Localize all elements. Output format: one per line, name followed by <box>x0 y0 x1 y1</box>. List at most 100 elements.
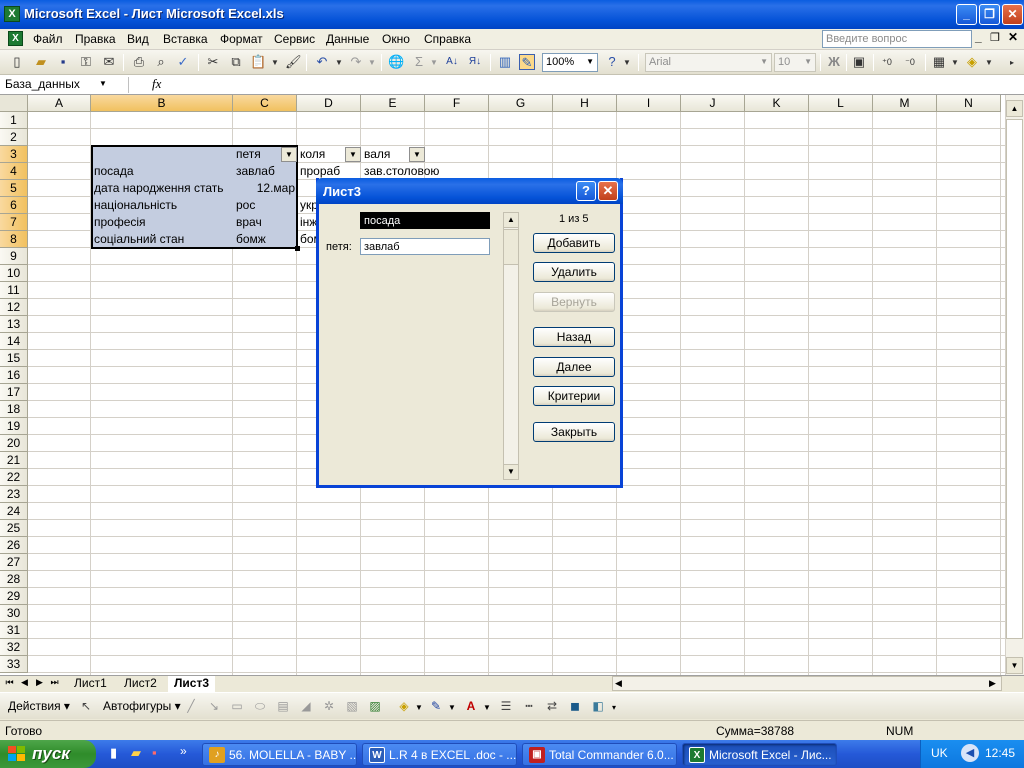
row-header-25[interactable]: 25 <box>0 520 28 537</box>
doc-close-button[interactable]: ✕ <box>1008 30 1018 44</box>
font-select[interactable]: Arial ▼ <box>645 53 772 72</box>
scroll-up-button[interactable]: ▲ <box>1006 100 1023 117</box>
save-icon[interactable]: ▪ <box>55 54 71 70</box>
next-sheet-icon[interactable]: ▶ <box>33 677 46 688</box>
dash-style-icon[interactable]: ┅ <box>521 698 537 714</box>
menu-help[interactable]: Справка <box>424 32 471 46</box>
autosum-dropdown-icon[interactable]: ▼ <box>430 58 440 67</box>
menu-edit[interactable]: Правка <box>75 32 116 46</box>
column-header-N[interactable]: N <box>937 95 1001 112</box>
tab-sheet3[interactable]: Лист3 <box>168 676 216 692</box>
column-header-D[interactable]: D <box>297 95 361 112</box>
increase-decimal-icon[interactable]: ⁺0 <box>879 54 895 70</box>
undo-dropdown-icon[interactable]: ▼ <box>335 58 345 67</box>
decrease-decimal-icon[interactable]: ⁻0 <box>902 54 918 70</box>
oval-icon[interactable]: ⬭ <box>252 698 268 714</box>
scroll-thumb[interactable] <box>1006 119 1023 639</box>
scroll-down-button[interactable]: ▼ <box>1006 657 1023 674</box>
autofilter-e-dropdown-icon[interactable]: ▼ <box>409 147 425 162</box>
row-header-19[interactable]: 19 <box>0 418 28 435</box>
wordart-icon[interactable]: ◢ <box>298 698 314 714</box>
restore-button[interactable]: ❐ <box>979 4 1000 25</box>
help-dropdown-icon[interactable]: ▼ <box>623 58 633 67</box>
open-folder-icon[interactable]: ▰ <box>33 54 49 70</box>
row-header-6[interactable]: 6 <box>0 197 28 214</box>
excel-icon[interactable]: X <box>4 6 20 22</box>
field-petya-input[interactable]: завлаб <box>360 238 490 255</box>
line-icon[interactable]: ╱ <box>183 698 199 714</box>
zoom-select[interactable]: 100% ▼ <box>542 53 598 72</box>
record-up-button[interactable]: ▲ <box>503 212 519 228</box>
row-header-32[interactable]: 32 <box>0 639 28 656</box>
redo-dropdown-icon[interactable]: ▼ <box>368 58 378 67</box>
row-header-33[interactable]: 33 <box>0 656 28 673</box>
cell-C6[interactable]: рос <box>234 197 297 214</box>
task-molella[interactable]: ♪ 56. MOLELLA - BABY ... <box>202 743 357 766</box>
arrow-style-icon[interactable]: ⇄ <box>544 698 560 714</box>
row-header-30[interactable]: 30 <box>0 605 28 622</box>
language-indicator[interactable]: UK <box>931 746 948 760</box>
record-thumb[interactable] <box>503 229 519 265</box>
textbox-icon[interactable]: ▤ <box>275 698 291 714</box>
column-header-B[interactable]: B <box>91 95 233 112</box>
name-box[interactable]: База_данных <box>2 77 112 93</box>
row-header-23[interactable]: 23 <box>0 486 28 503</box>
column-header-E[interactable]: E <box>361 95 425 112</box>
menu-tools[interactable]: Сервис <box>274 32 315 46</box>
row-header-16[interactable]: 16 <box>0 367 28 384</box>
rectangle-icon[interactable]: ▭ <box>229 698 245 714</box>
tab-sheet2[interactable]: Лист2 <box>118 676 163 692</box>
row-header-7[interactable]: 7 <box>0 214 28 231</box>
column-header-I[interactable]: I <box>617 95 681 112</box>
menu-insert[interactable]: Вставка <box>163 32 208 46</box>
menu-format[interactable]: Формат <box>220 32 263 46</box>
close-dialog-button[interactable]: Закрыть <box>533 422 615 442</box>
cell-C7[interactable]: врач <box>234 214 297 231</box>
last-sheet-icon[interactable]: ⏭ <box>48 677 61 688</box>
row-header-8[interactable]: 8 <box>0 231 28 248</box>
column-header-H[interactable]: H <box>553 95 617 112</box>
row-header-26[interactable]: 26 <box>0 537 28 554</box>
start-button[interactable]: пуск <box>0 740 96 768</box>
cell-B5[interactable]: дата народження стать <box>92 180 233 197</box>
column-header-K[interactable]: K <box>745 95 809 112</box>
chart-wizard-icon[interactable]: ▥ <box>497 54 513 70</box>
column-header-L[interactable]: L <box>809 95 873 112</box>
menu-window[interactable]: Окно <box>382 32 410 46</box>
record-down-button[interactable]: ▼ <box>503 464 519 480</box>
delete-record-button[interactable]: Удалить <box>533 262 615 282</box>
vertical-scrollbar[interactable]: ▲ ▼ <box>1005 95 1024 675</box>
line-color-icon[interactable]: ✎ <box>428 698 444 714</box>
paste-icon[interactable]: 📋 <box>250 54 266 70</box>
tray-app-icon[interactable]: ◀ <box>961 744 979 762</box>
cell-C5[interactable]: 12.мар <box>234 180 297 197</box>
row-header-5[interactable]: 5 <box>0 180 28 197</box>
ask-question-input[interactable]: Введите вопрос <box>822 30 972 48</box>
row-header-21[interactable]: 21 <box>0 452 28 469</box>
arrow-icon[interactable]: ↘ <box>206 698 222 714</box>
cell-C4[interactable]: завлаб <box>234 163 297 180</box>
font-size-select[interactable]: 10 ▼ <box>774 53 816 72</box>
find-next-button[interactable]: Далее <box>533 357 615 377</box>
row-header-11[interactable]: 11 <box>0 282 28 299</box>
restore-record-button[interactable]: Вернуть <box>533 292 615 312</box>
row-header-12[interactable]: 12 <box>0 299 28 316</box>
font-color-icon[interactable]: A <box>463 698 479 714</box>
row-header-2[interactable]: 2 <box>0 129 28 146</box>
row-header-18[interactable]: 18 <box>0 401 28 418</box>
row-header-20[interactable]: 20 <box>0 435 28 452</box>
column-header-C[interactable]: C <box>233 95 297 112</box>
row-header-14[interactable]: 14 <box>0 333 28 350</box>
doc-restore-button[interactable]: ❐ <box>990 31 1000 44</box>
cell-C3[interactable]: петя <box>234 146 284 163</box>
formula-input[interactable] <box>170 77 1020 93</box>
row-header-31[interactable]: 31 <box>0 622 28 639</box>
dialog-close-icon[interactable]: ✕ <box>598 181 618 201</box>
redo-icon[interactable]: ↷ <box>348 54 364 70</box>
fill-color-dropdown-icon[interactable]: ▼ <box>415 703 423 712</box>
criteria-button[interactable]: Критерии <box>533 386 615 406</box>
row-header-22[interactable]: 22 <box>0 469 28 486</box>
actions-menu[interactable]: Действия ▾ <box>8 699 70 713</box>
column-header-M[interactable]: M <box>873 95 937 112</box>
field-name-input[interactable]: посада <box>360 212 490 229</box>
